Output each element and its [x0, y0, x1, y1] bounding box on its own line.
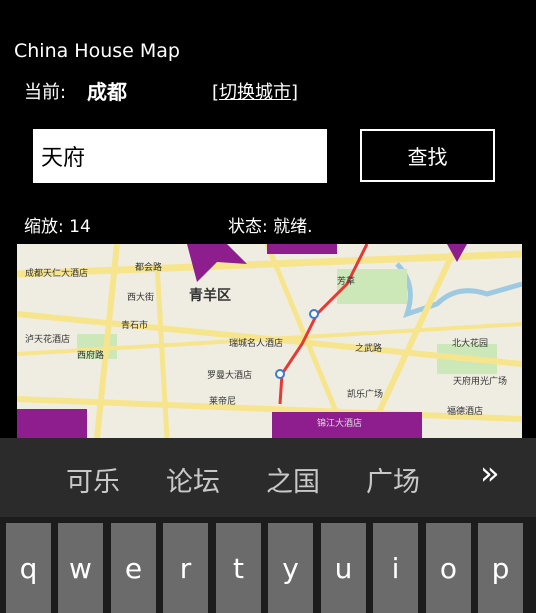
key-p[interactable]: p	[478, 523, 523, 613]
double-chevron-right-icon[interactable]: »	[480, 454, 500, 492]
suggestion-item[interactable]: 广场	[366, 460, 420, 499]
map-road-label: 西府路	[77, 351, 105, 361]
map-poi-label: 青石市	[121, 321, 149, 331]
search-button[interactable]: 查找	[360, 129, 495, 182]
map-road-label: 之武路	[355, 344, 383, 354]
current-city-name: 成都	[87, 80, 127, 104]
map-poi-label: 莱帝尼	[209, 397, 237, 407]
suggestion-bar: 可乐 论坛 之国 广场 »	[0, 438, 536, 517]
map-poi-label: 泸天花酒店	[25, 335, 71, 345]
map-district-label: 青羊区	[189, 288, 231, 304]
key-q[interactable]: q	[6, 523, 51, 613]
current-city-label: 当前:	[24, 82, 67, 103]
map-poi-label: 成都天仁大酒店	[25, 269, 89, 279]
switch-city-link[interactable]: [切换城市]	[212, 78, 298, 104]
map-view[interactable]: 青羊区 成都天仁大酒店 青石市 泸天花酒店 西府路 瑞城名人酒店 罗曼大酒店 莱…	[17, 244, 522, 438]
app-title: China House Map	[14, 40, 180, 62]
map-poi-label: 罗曼大酒店	[207, 371, 253, 381]
map-poi-label: 瑞城名人酒店	[229, 339, 284, 349]
key-t[interactable]: t	[216, 523, 261, 613]
key-w[interactable]: w	[58, 523, 103, 613]
map-road-label: 都会路	[135, 263, 163, 273]
suggestion-item[interactable]: 论坛	[166, 460, 220, 499]
status-text: 状态: 就绪.	[228, 217, 313, 237]
map-poi-label: 凯乐广场	[347, 390, 384, 400]
map-poi-label: 芳草	[337, 277, 356, 287]
map-poi-label: 天府用光广场	[453, 377, 508, 387]
map-road-label: 西大街	[127, 293, 155, 303]
zoom-level-text: 缩放: 14	[24, 217, 91, 237]
key-i[interactable]: i	[373, 523, 418, 613]
map-poi-label: 锦江大酒店	[317, 419, 363, 429]
key-y[interactable]: y	[268, 523, 313, 613]
suggestion-item[interactable]: 之国	[266, 460, 320, 499]
key-o[interactable]: o	[426, 523, 471, 613]
on-screen-keyboard: q w e r t y u i o p	[0, 517, 536, 613]
key-r[interactable]: r	[163, 523, 208, 613]
map-poi-label: 福德酒店	[447, 407, 484, 417]
suggestion-item[interactable]: 可乐	[66, 460, 120, 499]
key-e[interactable]: e	[111, 523, 156, 613]
search-input[interactable]	[33, 129, 327, 183]
map-poi-label: 北大花园	[452, 339, 489, 349]
key-u[interactable]: u	[321, 523, 366, 613]
